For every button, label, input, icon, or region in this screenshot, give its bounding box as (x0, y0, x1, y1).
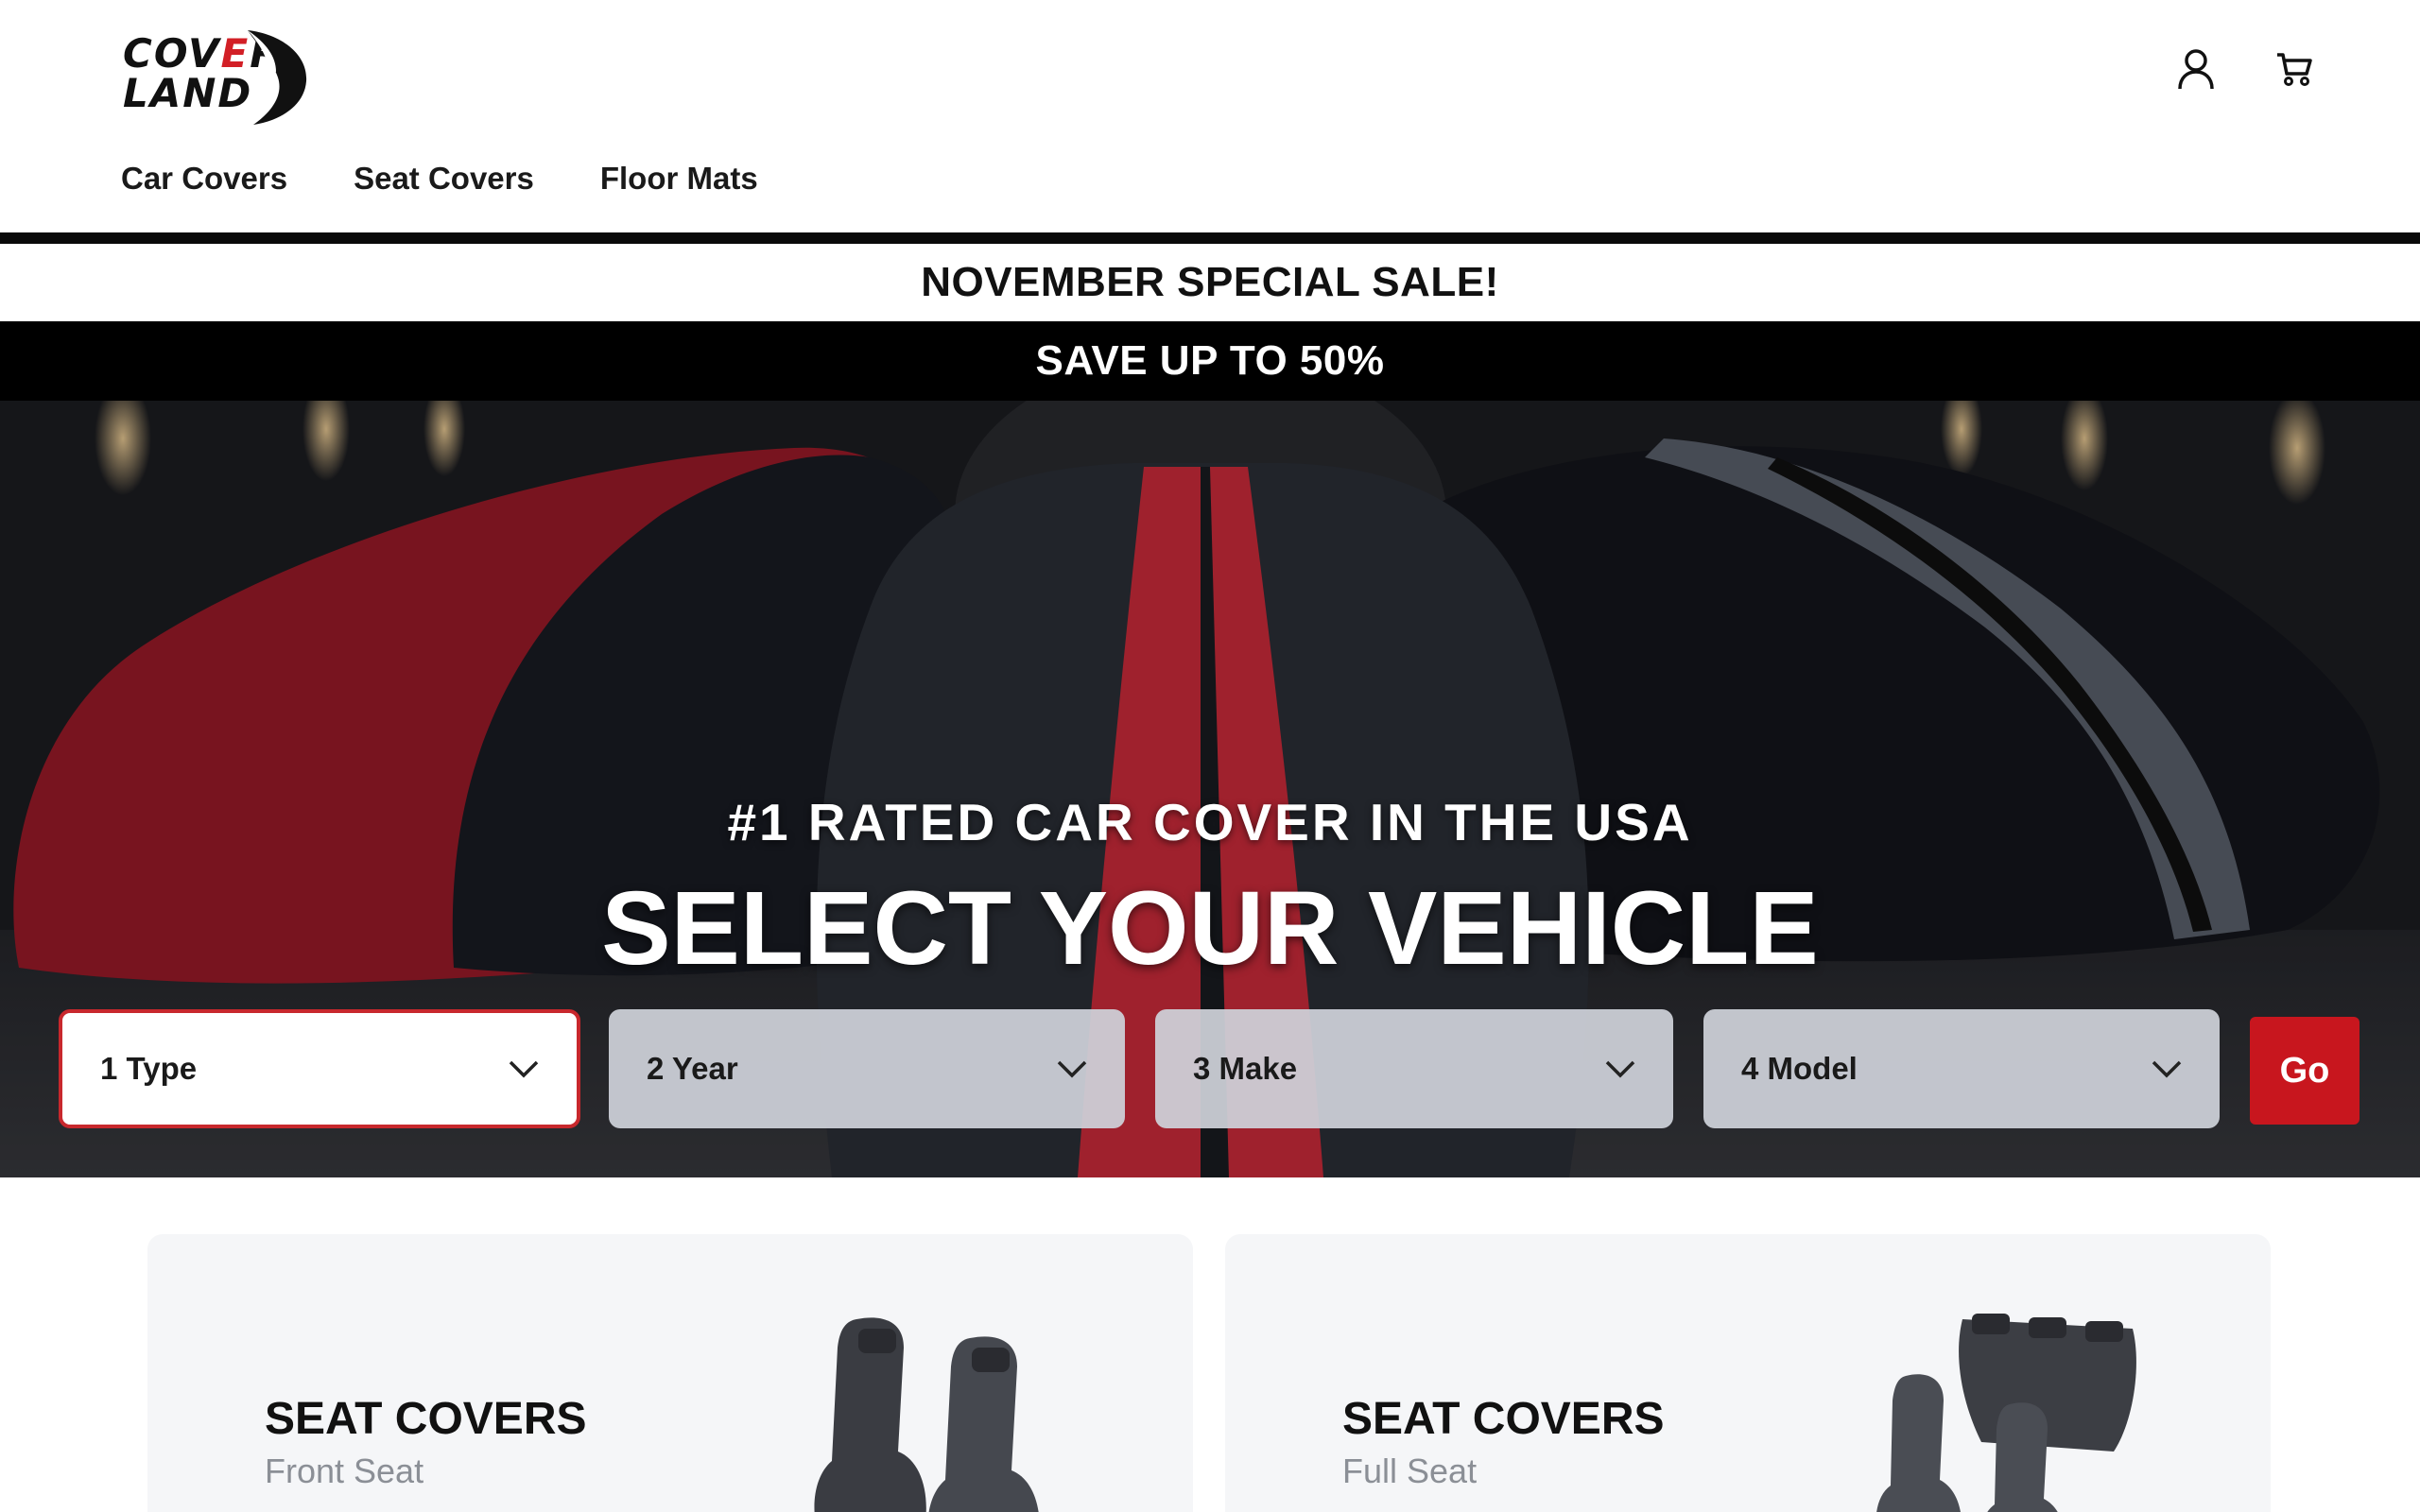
site-header: COVER LAND (0, 0, 2420, 232)
product-subtitle: Front Seat (265, 1452, 424, 1490)
nav-item-floor-mats[interactable]: Floor Mats (600, 161, 758, 197)
hero-title: SELECT YOUR VEHICLE (601, 870, 1819, 987)
nav-item-car-covers[interactable]: Car Covers (121, 161, 287, 197)
cart-icon (2277, 53, 2312, 86)
vehicle-year-select[interactable]: 2 Year (609, 1009, 1125, 1128)
chevron-down-icon (1605, 1060, 1635, 1078)
promo-banner-subline: SAVE UP TO 50% (0, 321, 2420, 401)
make-select-label: 3 Make (1193, 1051, 1298, 1086)
promo-banner-headline: NOVEMBER SPECIAL SALE! (0, 244, 2420, 321)
user-icon (2178, 49, 2214, 90)
promo-subline: SAVE UP TO 50% (1035, 337, 1385, 384)
product-card-full-seat[interactable]: SEAT COVERS Full Seat (1225, 1234, 2271, 1512)
main-nav: Car Covers Seat Covers Floor Mats (121, 161, 758, 197)
hero-tagline: #1 RATED CAR COVER IN THE USA (727, 793, 1693, 851)
type-select-label: 1 Type (100, 1051, 198, 1086)
go-button[interactable]: Go (2250, 1017, 2360, 1125)
product-card-front-seat[interactable]: SEAT COVERS Front Seat (147, 1234, 1193, 1512)
page: COVER LAND (0, 0, 2420, 1512)
logo-swoosh-icon (248, 30, 307, 125)
promo-headline: NOVEMBER SPECIAL SALE! (921, 259, 1499, 305)
header-actions (2174, 47, 2316, 91)
vehicle-type-select[interactable]: 1 Type (59, 1009, 580, 1128)
year-select-label: 2 Year (647, 1051, 738, 1086)
header-divider (0, 232, 2420, 244)
nav-item-seat-covers[interactable]: Seat Covers (354, 161, 534, 197)
model-select-label: 4 Model (1741, 1051, 1858, 1086)
vehicle-model-select[interactable]: 4 Model (1703, 1009, 2220, 1128)
brand-logo[interactable]: COVER LAND (123, 26, 312, 125)
chevron-down-icon (1057, 1060, 1087, 1078)
chevron-down-icon (2152, 1060, 2182, 1078)
vehicle-make-select[interactable]: 3 Make (1155, 1009, 1673, 1128)
front-seat-image (814, 1317, 1039, 1512)
cart-button[interactable] (2273, 47, 2316, 91)
account-button[interactable] (2174, 47, 2218, 91)
product-title: SEAT COVERS (1342, 1394, 1665, 1444)
full-seat-image (1876, 1314, 2136, 1512)
hero-section: #1 RATED CAR COVER IN THE USA SELECT YOU… (0, 401, 2420, 1177)
chevron-down-icon (509, 1060, 539, 1078)
product-title: SEAT COVERS (265, 1394, 587, 1444)
product-subtitle: Full Seat (1342, 1452, 1478, 1490)
